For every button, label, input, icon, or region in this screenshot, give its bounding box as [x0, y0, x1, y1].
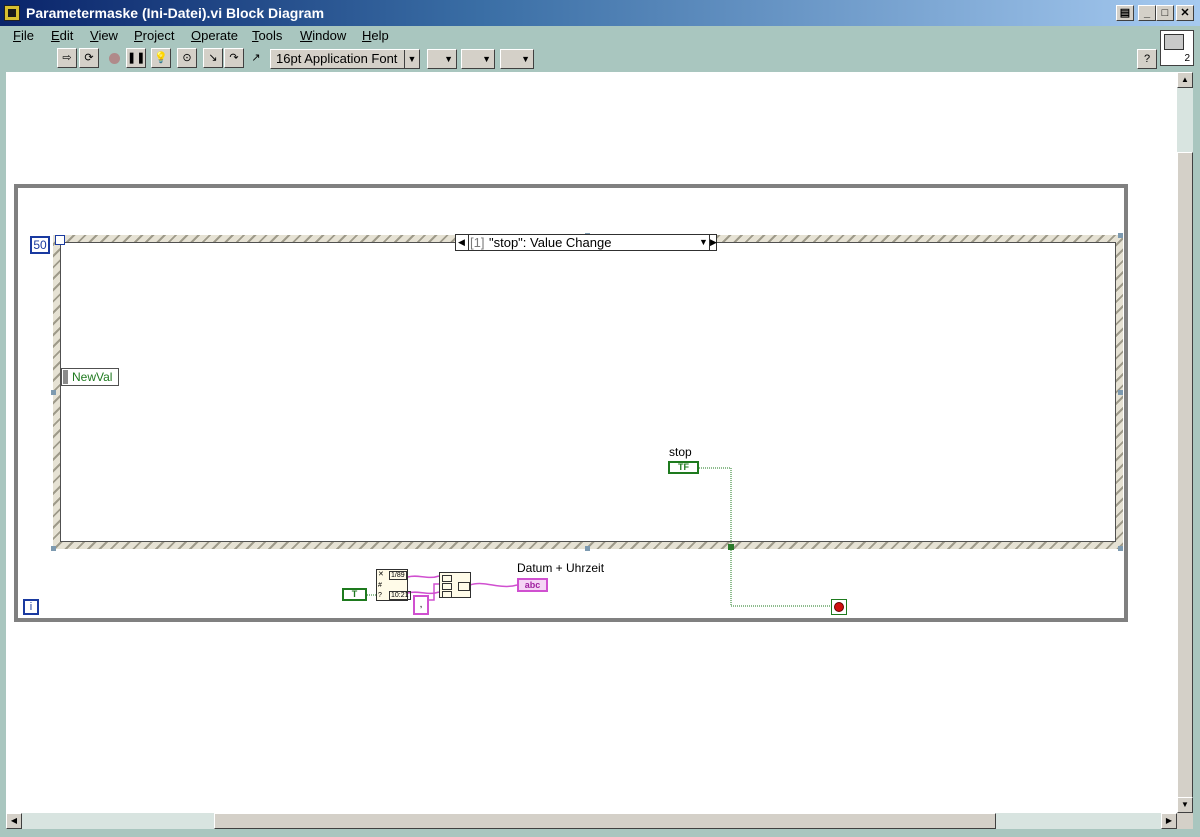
vertical-scrollbar[interactable]: ▲ ▼ — [1177, 72, 1193, 813]
scroll-left-arrow-icon[interactable]: ◀ — [6, 813, 22, 829]
time-format-value: 10:21 — [389, 591, 411, 600]
separator-string-constant[interactable]: , — [413, 595, 429, 615]
date-format-value: 1/89 — [389, 571, 407, 580]
format-date-time-node[interactable]: ✕ 1/89 # ? 10:21 — [376, 569, 411, 601]
horizontal-scrollbar[interactable]: ◀ ▶ — [6, 813, 1177, 829]
datetime-label: Datum + Uhrzeit — [517, 561, 605, 575]
boolean-wire — [699, 467, 832, 607]
scroll-right-arrow-icon[interactable]: ▶ — [1161, 813, 1177, 829]
scroll-corner — [1177, 813, 1193, 829]
stop-sign-icon — [834, 602, 844, 612]
wires-layer — [367, 467, 832, 607]
query-format-icon: ? — [378, 592, 382, 599]
string-wire — [407, 575, 440, 579]
scroll-up-arrow-icon[interactable]: ▲ — [1177, 72, 1193, 88]
horizontal-scroll-thumb[interactable] — [214, 813, 996, 829]
number-format-icon: # — [378, 582, 382, 589]
vertical-scroll-thumb[interactable] — [1177, 152, 1193, 812]
scroll-down-arrow-icon[interactable]: ▼ — [1177, 797, 1193, 813]
stop-if-true-terminal[interactable] — [831, 599, 847, 615]
tunnel — [728, 544, 734, 550]
true-constant[interactable]: T — [342, 588, 367, 601]
string-wire — [469, 582, 518, 588]
date-format-label: ✕ — [378, 571, 384, 578]
datetime-string-indicator[interactable]: abc — [517, 578, 548, 592]
concatenate-strings-node[interactable] — [439, 572, 471, 598]
